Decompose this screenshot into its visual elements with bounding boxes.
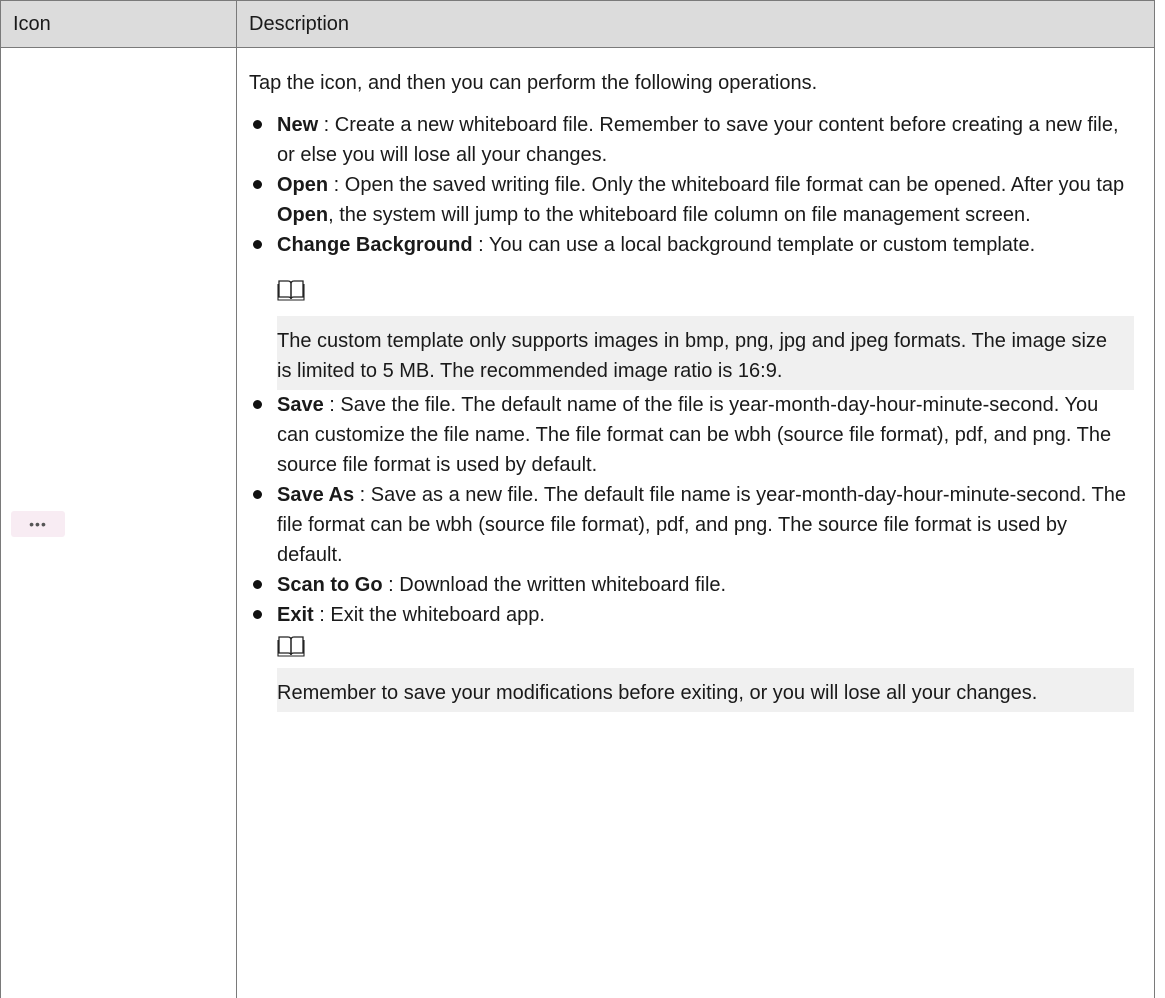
- operations-list: New : Create a new whiteboard file. Reme…: [249, 110, 1134, 260]
- item-inline-bold: Open: [277, 204, 329, 226]
- item-name: New: [277, 114, 319, 136]
- list-item-scan-to-go: Scan to Go : Download the written whiteb…: [249, 570, 1134, 600]
- item-text: : Save as a new file. The default file n…: [277, 484, 1126, 566]
- operations-table: Icon Description ••• Tap the icon, and t…: [0, 0, 1155, 998]
- description-cell: Tap the icon, and then you can perform t…: [237, 48, 1154, 998]
- list-item-exit: Exit : Exit the whiteboard app.: [249, 600, 1134, 630]
- list-item-new: New : Create a new whiteboard file. Reme…: [249, 110, 1134, 170]
- intro-text: Tap the icon, and then you can perform t…: [249, 72, 818, 94]
- icon-cell: •••: [1, 48, 237, 998]
- list-item-save-as: Save As : Save as a new file. The defaul…: [249, 480, 1134, 570]
- note-book-icon: [277, 280, 305, 301]
- item-text: : Open the saved writing file. Only the …: [328, 174, 1125, 196]
- more-options-icon[interactable]: •••: [11, 511, 65, 537]
- note-background: The custom template only supports images…: [277, 316, 1134, 390]
- item-name: Scan to Go: [277, 574, 383, 596]
- item-name: Open: [277, 174, 329, 196]
- item-name: Save: [277, 394, 324, 416]
- item-text: : Exit the whiteboard app.: [313, 604, 545, 626]
- item-text: : You can use a local background templat…: [472, 234, 1036, 256]
- note-exit: Remember to save your modifications befo…: [277, 668, 1134, 712]
- note-book-icon: [277, 636, 305, 657]
- header-description-column: Description: [249, 12, 350, 35]
- item-name: Exit: [277, 604, 314, 626]
- item-text: : Create a new whiteboard file. Remember…: [277, 114, 1119, 166]
- table-header-row: Icon Description: [1, 1, 1154, 48]
- header-icon-column: Icon: [1, 1, 237, 47]
- table-row: ••• Tap the icon, and then you can perfo…: [1, 48, 1154, 998]
- list-item-open: Open : Open the saved writing file. Only…: [249, 170, 1134, 230]
- operations-list: Save : Save the file. The default name o…: [249, 390, 1134, 630]
- item-text: , the system will jump to the whiteboard…: [328, 204, 1031, 226]
- item-text: : Save the file. The default name of the…: [277, 394, 1112, 476]
- item-name: Change Background: [277, 234, 473, 256]
- item-name: Save As: [277, 484, 355, 506]
- list-item-change-background: Change Background : You can use a local …: [249, 230, 1134, 260]
- list-item-save: Save : Save the file. The default name o…: [249, 390, 1134, 480]
- item-text: : Download the written whiteboard file.: [382, 574, 727, 596]
